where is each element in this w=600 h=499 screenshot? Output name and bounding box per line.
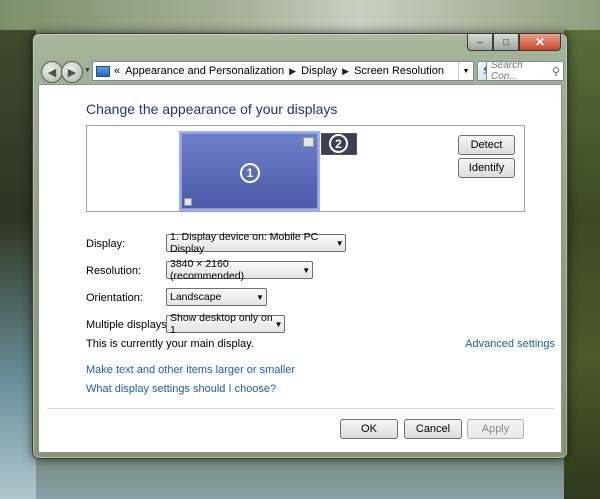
text-size-link[interactable]: Make text and other items larger or smal… xyxy=(86,364,295,376)
breadcrumb-display[interactable]: Display xyxy=(301,65,337,77)
ok-button[interactable]: OK xyxy=(340,419,398,439)
detect-button[interactable]: Detect xyxy=(458,135,515,155)
chevron-down-icon: ▼ xyxy=(302,265,311,275)
search-placeholder: Search Con... xyxy=(491,60,523,82)
monitor-2[interactable]: 2 xyxy=(321,133,357,155)
breadcrumb-overflow[interactable]: « xyxy=(114,65,120,77)
page-title: Change the appearance of your displays xyxy=(86,101,338,117)
recent-pages-dropdown-icon[interactable]: ▼ xyxy=(84,67,91,74)
display-select-value: 1. Display device on: Mobile PC Display xyxy=(170,231,319,255)
back-button[interactable]: ◀ xyxy=(41,61,63,83)
orientation-select[interactable]: Landscape ▼ xyxy=(166,288,267,306)
window-marker-icon xyxy=(303,137,314,147)
display-label: Display: xyxy=(86,238,126,250)
display-settings-help-link[interactable]: What display settings should I choose? xyxy=(86,383,276,395)
content-pane: Change the appearance of your displays 1… xyxy=(38,84,562,453)
chevron-down-icon: ▼ xyxy=(256,292,264,302)
apply-button[interactable]: Apply xyxy=(467,419,524,439)
forward-button[interactable]: ▶ xyxy=(61,61,83,83)
screen-resolution-window: – □ ✕ ◀ ▶ ▼ « Appearance and Personaliza… xyxy=(32,33,568,459)
desktop-background-right xyxy=(564,30,600,499)
forward-arrow-icon: ▶ xyxy=(67,66,77,79)
breadcrumb-screen-resolution[interactable]: Screen Resolution xyxy=(354,65,444,77)
maximize-button[interactable]: □ xyxy=(493,34,519,51)
identify-button[interactable]: Identify xyxy=(458,158,515,178)
search-icon[interactable]: ⚲ xyxy=(552,65,560,78)
orientation-label: Orientation: xyxy=(86,292,143,304)
chevron-down-icon: ▼ xyxy=(274,319,283,329)
resolution-label: Resolution: xyxy=(86,265,142,277)
search-box[interactable]: Search Con... ⚲ xyxy=(486,60,564,82)
divider xyxy=(47,408,555,409)
monitor-2-number: 2 xyxy=(329,134,348,153)
resolution-select[interactable]: 3840 × 2160 (recommended) ▼ xyxy=(166,258,313,282)
display-arrangement-preview: 1 2 Detect Identify xyxy=(86,125,525,212)
window-marker-icon xyxy=(184,198,192,206)
resolution-select-value: 3840 × 2160 (recommended) xyxy=(170,258,245,282)
multiple-displays-select-value: Show desktop only on 1 xyxy=(170,312,273,336)
search-input[interactable]: Search Con... ⚲ xyxy=(486,60,564,82)
monitor-1-number: 1 xyxy=(240,163,260,183)
multiple-displays-label: Multiple displays: xyxy=(86,319,170,331)
caption-buttons: – □ ✕ xyxy=(467,34,561,52)
back-arrow-icon: ◀ xyxy=(47,66,57,79)
monitor-1[interactable]: 1 xyxy=(181,133,318,209)
display-select[interactable]: 1. Display device on: Mobile PC Display … xyxy=(166,231,346,255)
orientation-select-value: Landscape xyxy=(170,291,222,303)
desktop-background-left xyxy=(0,30,36,499)
main-display-status: This is currently your main display. xyxy=(86,338,254,350)
chevron-right-icon[interactable]: ▶ xyxy=(289,66,296,77)
advanced-settings-link[interactable]: Advanced settings xyxy=(465,338,555,350)
minimize-button[interactable]: – xyxy=(467,34,493,51)
chevron-right-icon[interactable]: ▶ xyxy=(342,66,349,77)
multiple-displays-select[interactable]: Show desktop only on 1 ▼ xyxy=(166,312,285,336)
address-bar[interactable]: « Appearance and Personalization ▶ Displ… xyxy=(92,61,474,81)
chevron-down-icon: ▼ xyxy=(335,238,344,248)
address-dropdown-icon[interactable]: ▼ xyxy=(458,62,473,80)
close-button[interactable]: ✕ xyxy=(519,34,561,51)
cancel-button[interactable]: Cancel xyxy=(404,419,462,439)
breadcrumb-appearance[interactable]: Appearance and Personalization xyxy=(125,65,284,77)
control-panel-icon xyxy=(96,65,110,77)
